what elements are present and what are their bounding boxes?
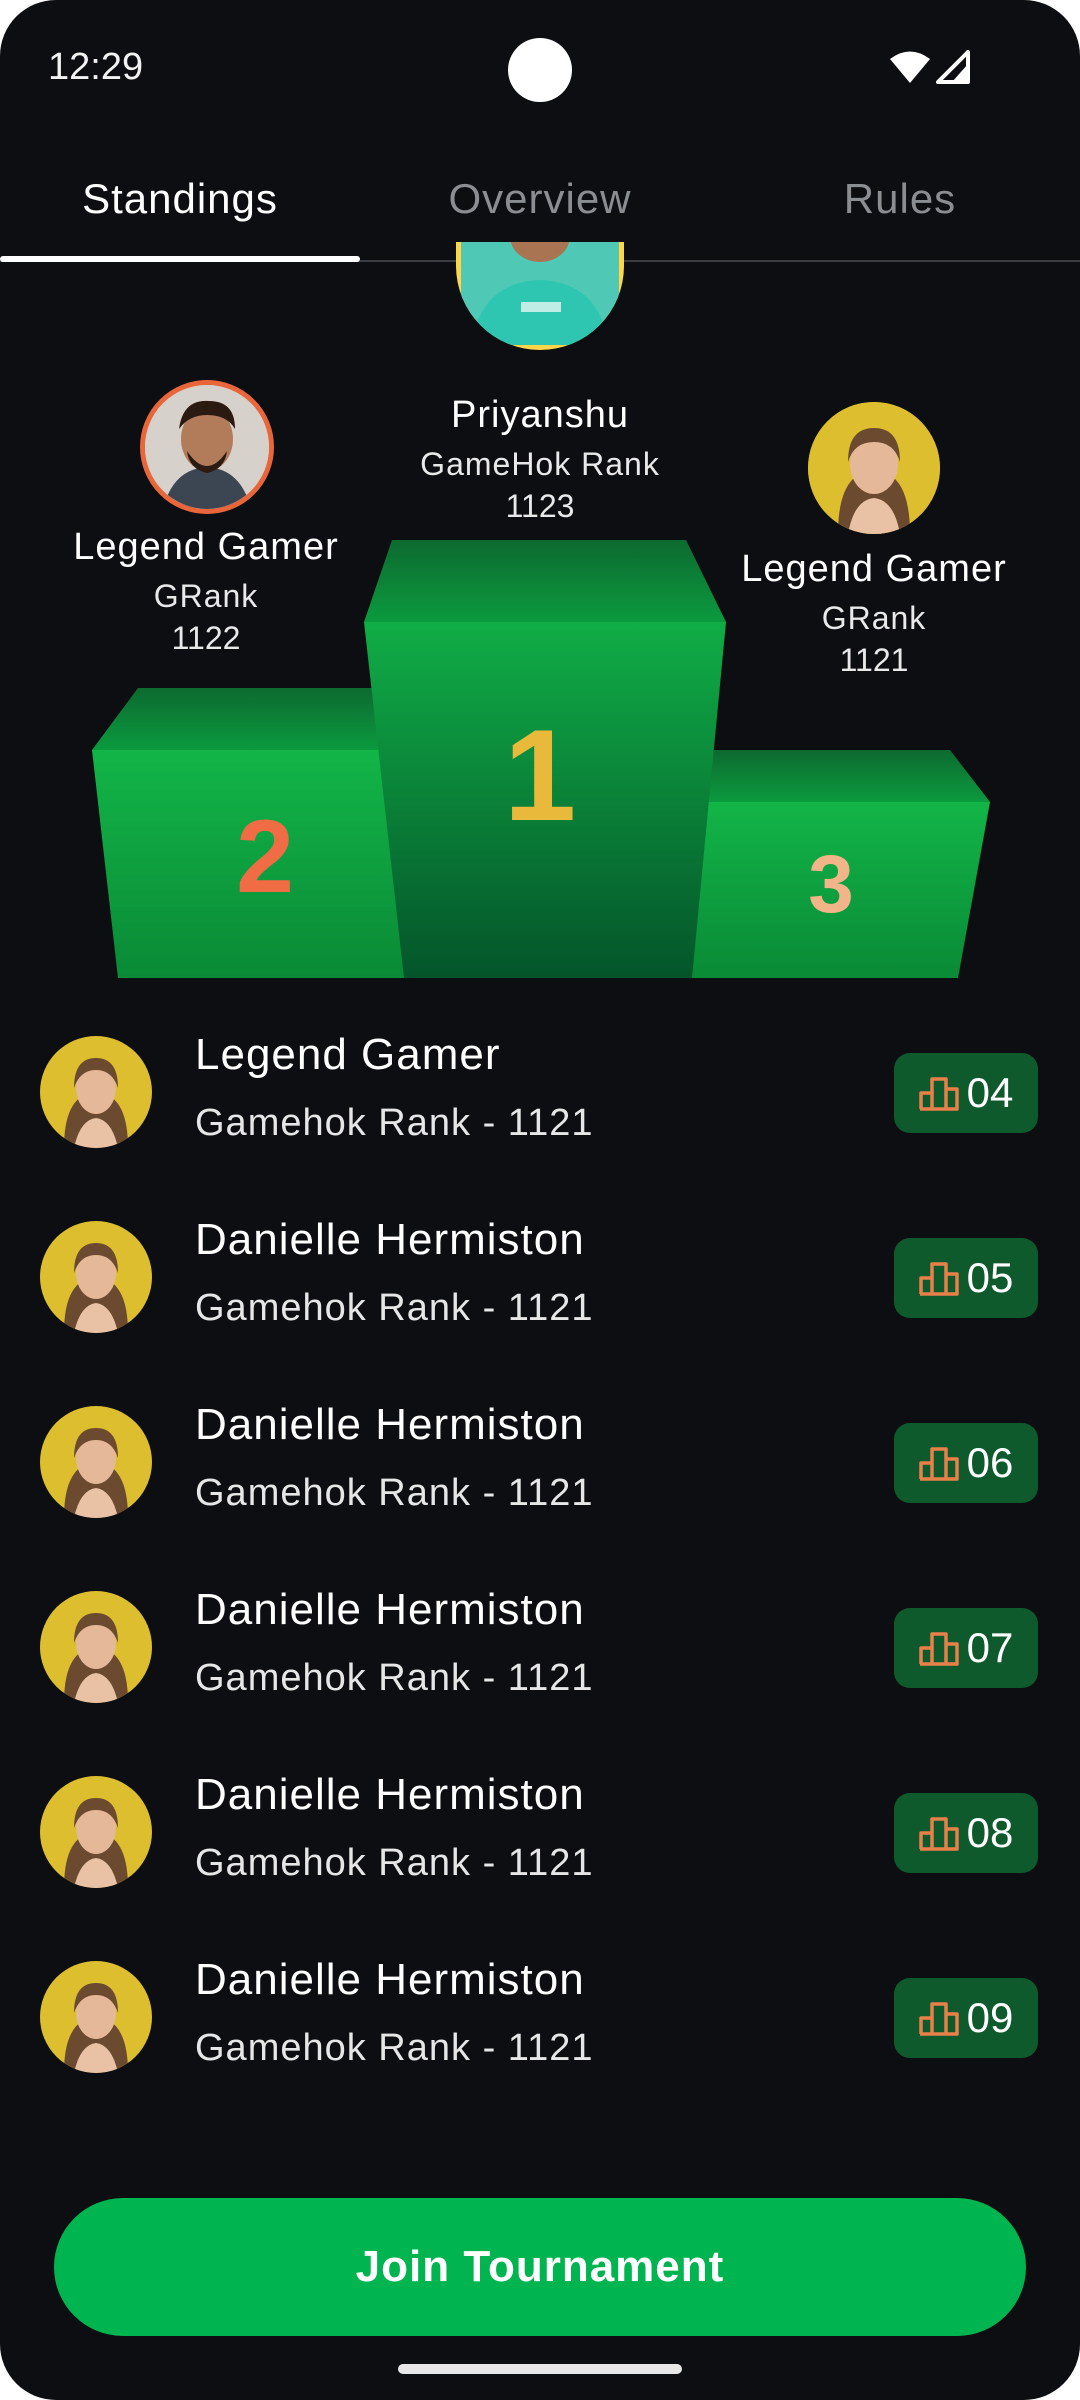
cellular-signal-icon [936, 50, 970, 84]
podium: Priyanshu GameHok Rank 1123 Legend Gamer… [0, 242, 1080, 990]
third-place-avatar[interactable] [808, 402, 940, 534]
player-rank: Gamehok Rank - 1121 [195, 1472, 594, 1514]
second-place-avatar[interactable] [140, 380, 274, 514]
wifi-icon [890, 51, 930, 83]
player-avatar [40, 1036, 152, 1148]
player-name: Danielle Hermiston [195, 1400, 585, 1449]
player-rank: Gamehok Rank - 1121 [195, 2027, 594, 2069]
join-tournament-button[interactable]: Join Tournament [54, 2198, 1026, 2336]
position-badge: 05 [894, 1238, 1038, 1318]
leaderboard-bars-icon [918, 1632, 959, 1666]
position-badge: 07 [894, 1608, 1038, 1688]
position-number: 04 [966, 1069, 1014, 1116]
second-place-name: Legend Gamer [73, 526, 339, 568]
player-name: Danielle Hermiston [195, 1585, 585, 1634]
player-name: Danielle Hermiston [195, 1215, 585, 1264]
list-item[interactable]: Danielle Hermiston Gamehok Rank - 1121 0… [0, 1370, 1080, 1555]
position-number: 08 [966, 1809, 1014, 1856]
leaderboard-bars-icon [918, 1262, 959, 1296]
position-number: 05 [966, 1254, 1014, 1301]
player-name: Danielle Hermiston [195, 1770, 585, 1819]
player-avatar [40, 1406, 152, 1518]
player-rank: Gamehok Rank - 1121 [195, 1102, 594, 1144]
player-name: Legend Gamer [195, 1030, 501, 1079]
position-badge: 04 [894, 1053, 1038, 1133]
tab-standings[interactable]: Standings [0, 160, 360, 262]
list-item[interactable]: Danielle Hermiston Gamehok Rank - 1121 0… [0, 1740, 1080, 1925]
list-item[interactable]: Danielle Hermiston Gamehok Rank - 1121 0… [0, 1925, 1080, 2110]
list-item[interactable]: Danielle Hermiston Gamehok Rank - 1121 0… [0, 1555, 1080, 1740]
home-indicator[interactable] [398, 2364, 682, 2374]
position-number: 07 [966, 1624, 1014, 1671]
player-avatar [40, 1776, 152, 1888]
tab-rules[interactable]: Rules [720, 160, 1080, 262]
player-rank: Gamehok Rank - 1121 [195, 1287, 594, 1329]
leaderboard-bars-icon [918, 1447, 959, 1481]
position-badge: 06 [894, 1423, 1038, 1503]
leaderboard-list[interactable]: Legend Gamer Gamehok Rank - 1121 04 Dani… [0, 1000, 1080, 2150]
list-fade-overlay [0, 2110, 1080, 2200]
player-rank: Gamehok Rank - 1121 [195, 1842, 594, 1884]
first-place-name: Priyanshu [451, 394, 629, 436]
third-place-score: 1121 [839, 642, 909, 678]
second-place-rank-label: GRank [153, 578, 259, 614]
second-place-number: 2 [236, 799, 294, 915]
third-place-name: Legend Gamer [741, 548, 1007, 590]
position-number: 06 [966, 1439, 1014, 1486]
active-tab-indicator [0, 256, 360, 262]
first-place-score: 1123 [505, 488, 575, 524]
player-avatar [40, 1961, 152, 2073]
list-item[interactable]: Danielle Hermiston Gamehok Rank - 1121 0… [0, 1185, 1080, 1370]
leaderboard-bars-icon [918, 2002, 959, 2036]
leaderboard-bars-icon [918, 1817, 959, 1851]
first-place-rank-label: GameHok Rank [420, 446, 660, 482]
player-name: Danielle Hermiston [195, 1955, 585, 2004]
list-item[interactable]: Legend Gamer Gamehok Rank - 1121 04 [0, 1000, 1080, 1185]
player-rank: Gamehok Rank - 1121 [195, 1657, 594, 1699]
tournament-standings-screen: 12:29 Standings Overview Rules Priyanshu… [0, 0, 1080, 2400]
third-place-number: 3 [808, 839, 854, 930]
third-place-rank-label: GRank [821, 600, 927, 636]
position-badge: 08 [894, 1793, 1038, 1873]
first-place-number: 1 [503, 702, 577, 848]
position-badge: 09 [894, 1978, 1038, 2058]
second-place-score: 1122 [171, 620, 241, 656]
status-time: 12:29 [48, 46, 144, 88]
status-bar: 12:29 [0, 0, 1080, 140]
position-number: 09 [966, 1994, 1014, 2041]
front-camera [508, 38, 572, 102]
player-avatar [40, 1221, 152, 1333]
player-avatar [40, 1591, 152, 1703]
leaderboard-bars-icon [918, 1077, 959, 1111]
